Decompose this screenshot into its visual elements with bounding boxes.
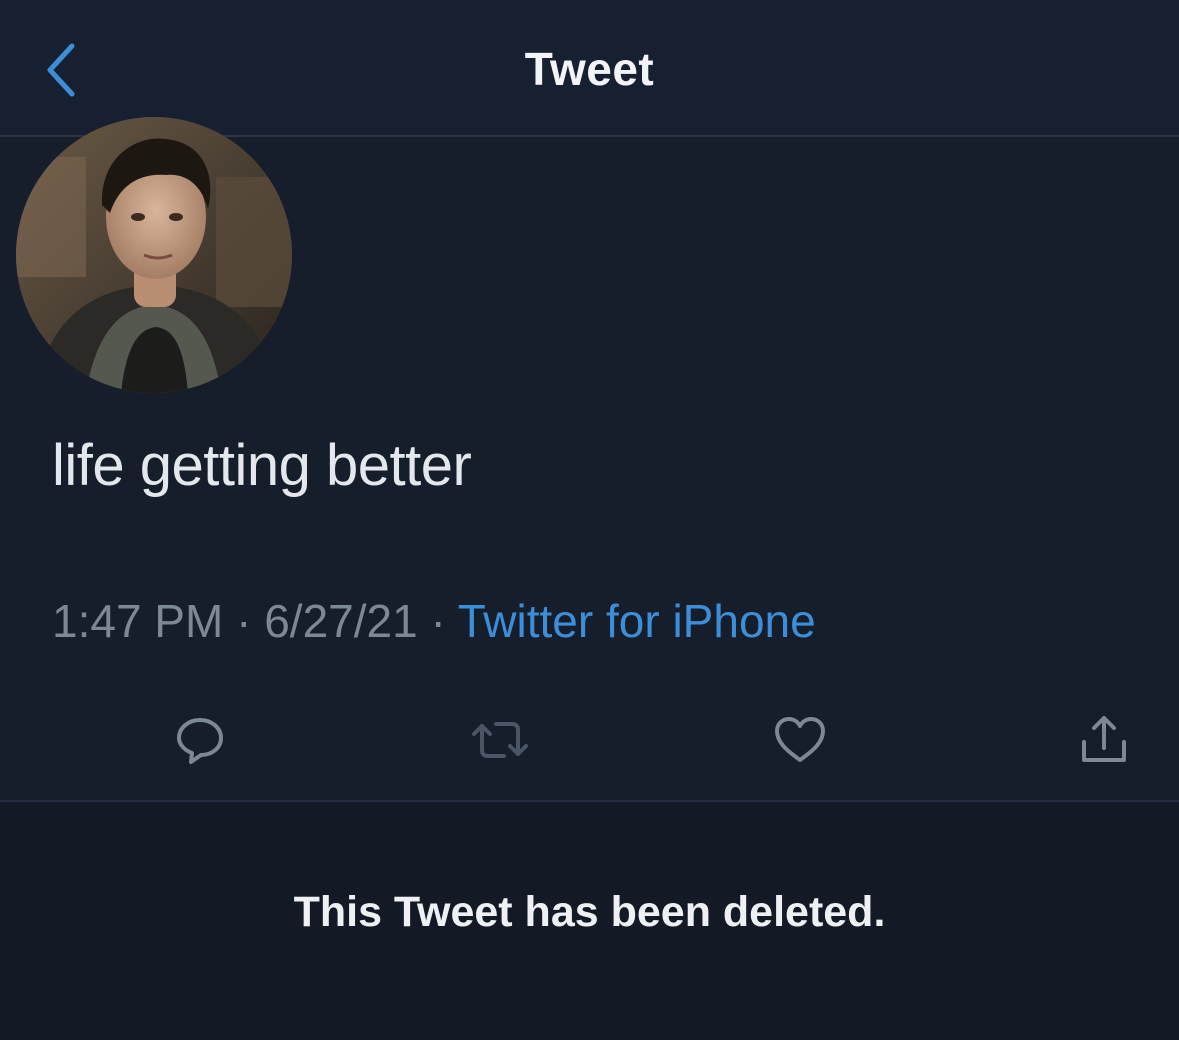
tweet-text: life getting better xyxy=(52,433,472,498)
retweet-button[interactable] xyxy=(460,700,540,780)
like-button[interactable] xyxy=(760,700,840,780)
tweet-screen: Tweet life getting better 1:47 PM · 6/27… xyxy=(0,0,1179,1040)
tweet-source-link[interactable]: Twitter for iPhone xyxy=(458,595,816,647)
retweet-icon xyxy=(472,722,528,758)
meta-separator: · xyxy=(430,595,446,647)
share-button[interactable] xyxy=(1064,700,1144,780)
tweet-actions xyxy=(0,700,1179,780)
tweet-date: 6/27/21 xyxy=(264,595,418,647)
avatar[interactable] xyxy=(16,117,292,393)
tweet-meta: 1:47 PM · 6/27/21 · Twitter for iPhone xyxy=(52,594,816,648)
reply-button[interactable] xyxy=(160,700,240,780)
share-icon xyxy=(1082,716,1126,762)
reply-icon xyxy=(177,718,223,764)
tweet-time: 1:47 PM xyxy=(52,595,224,647)
page-title: Tweet xyxy=(524,43,655,95)
deleted-notice: This Tweet has been deleted. xyxy=(293,888,886,936)
profile-photo xyxy=(16,117,292,393)
heart-icon xyxy=(775,717,825,762)
header-bar: Tweet xyxy=(0,0,1179,136)
meta-separator: · xyxy=(236,595,252,647)
